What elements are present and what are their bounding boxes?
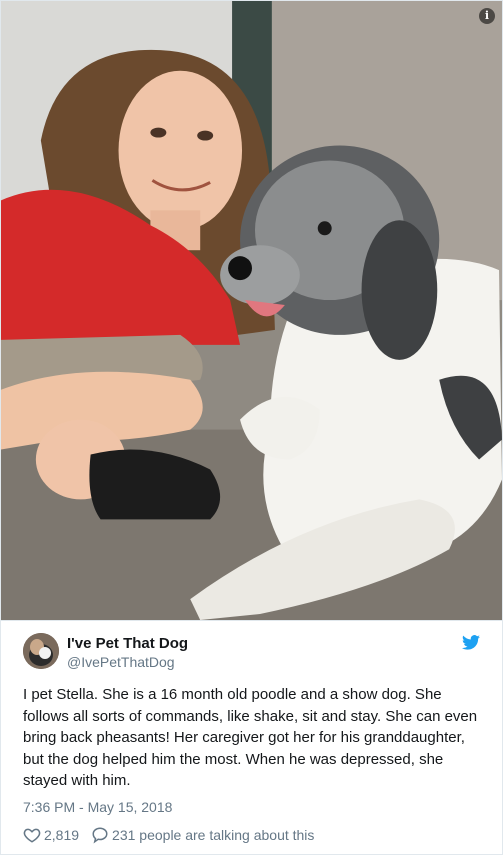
user-handle[interactable]: @IvePetThatDog	[67, 654, 175, 670]
tweet-text: I pet Stella. She is a 16 month old pood…	[23, 686, 478, 789]
heart-icon[interactable]	[23, 826, 41, 844]
tweet-card: I've Pet That Dog @IvePetThatDog I pet S…	[0, 621, 503, 855]
avatar[interactable]	[23, 633, 59, 669]
tweet-actions: 2,819 231 people are talking about this	[23, 826, 314, 844]
twitter-bird-icon[interactable]	[462, 635, 480, 650]
display-name[interactable]: I've Pet That Dog	[67, 635, 188, 652]
speech-bubble-icon[interactable]	[91, 826, 109, 844]
talking-count[interactable]: 231 people are talking about this	[112, 827, 314, 843]
info-icon[interactable]: i	[479, 8, 495, 24]
photo-illustration	[1, 1, 502, 620]
reply-group[interactable]: 231 people are talking about this	[91, 826, 314, 844]
tweet-photo[interactable]: i	[0, 0, 503, 621]
info-glyph: i	[484, 9, 490, 22]
tweet-timestamp[interactable]: 7:36 PM - May 15, 2018	[23, 799, 172, 815]
like-count[interactable]: 2,819	[44, 827, 79, 843]
